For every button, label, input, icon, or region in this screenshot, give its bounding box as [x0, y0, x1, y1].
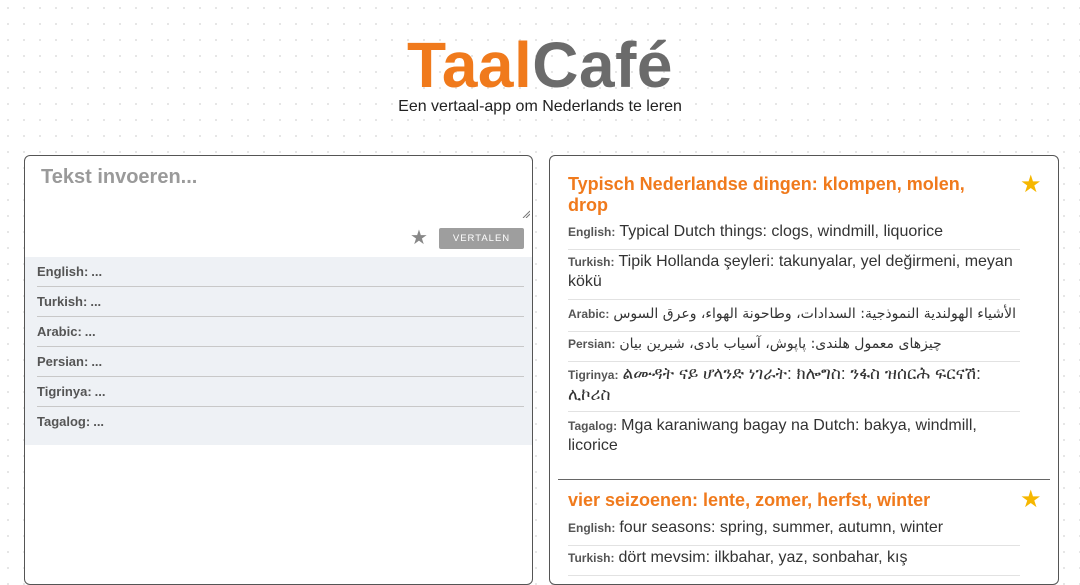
output-row-arabic: Arabic:... [37, 317, 524, 347]
lang-label: English: [37, 264, 89, 279]
lang-label: Tagalog: [37, 414, 91, 429]
translation-text: Tipik Hollanda şeyleri: takunyalar, yel … [568, 253, 1013, 290]
translation-text: Mga karaniwang bagay na Dutch: bakya, wi… [568, 417, 977, 454]
translation-text: Typical Dutch things: clogs, windmill, l… [619, 223, 944, 240]
entry-divider [558, 479, 1050, 480]
lang-label: Turkish: [568, 255, 615, 269]
lang-label: Tigrinya: [568, 368, 619, 382]
star-icon[interactable]: ★ [1020, 488, 1042, 512]
lang-label: Arabic: [37, 324, 82, 339]
lang-label: Tagalog: [568, 419, 618, 433]
translation-text: الأشياء الهولندية النموذجية: السدادات، و… [613, 306, 1016, 322]
translation-row: English: Typical Dutch things: clogs, win… [568, 222, 1020, 250]
lang-value: ... [91, 264, 103, 279]
output-row-english: English:... [37, 257, 524, 287]
translation-row: Persian: چیزهای معمول هلندی: پاپوش، آسیاب… [568, 334, 1020, 362]
logo: TaalCafé [0, 28, 1080, 102]
lang-label: Turkish: [37, 294, 88, 309]
translate-button[interactable]: VERTALEN [439, 228, 524, 249]
translation-row: Arabic: الأشياء الهولندية النموذجية: السد… [568, 304, 1020, 332]
lang-label: Turkish: [568, 551, 615, 565]
lang-label: English: [568, 521, 616, 535]
translation-text: ልሙዳት ናይ ሆላንድ ነገራት: ክሎግስ: ንፋስ ዝሰርሕ ፍርናሽ: … [568, 364, 981, 404]
lang-label: Persian: [37, 354, 89, 369]
output-row-tigrinya: Tigrinya:... [37, 377, 524, 407]
text-input[interactable] [25, 156, 532, 218]
lang-label: Persian: [568, 337, 616, 351]
lang-value: ... [84, 324, 96, 339]
input-panel: ★ VERTALEN English:... Turkish:... Arabi… [24, 155, 533, 585]
translation-row: Turkish: Tipik Hollanda şeyleri: takunyal… [568, 252, 1020, 300]
output-row-persian: Persian:... [37, 347, 524, 377]
lang-value: ... [90, 294, 102, 309]
translation-row: Tigrinya: ልሙዳት ናይ ሆላንድ ነገራት: ክሎግስ: ንፋስ ዝሰ… [568, 364, 1020, 412]
translation-text: dört mevsim: ilkbahar, yaz, sonbahar, kı… [618, 549, 908, 566]
lang-label: Tigrinya: [37, 384, 92, 399]
translation-output: English:... Turkish:... Arabic:... Persi… [25, 257, 532, 445]
entry-title: vier seizoenen: lente, zomer, herfst, wi… [568, 490, 931, 510]
output-row-tagalog: Tagalog:... [37, 407, 524, 437]
logo-taal: Taal [406, 29, 533, 101]
entry-title: Typisch Nederlandse dingen: klompen, mol… [568, 174, 965, 215]
app-header: TaalCafé Een vertaal-app om Nederlands t… [0, 0, 1080, 150]
output-row-turkish: Turkish:... [37, 287, 524, 317]
translation-row: Tagalog: Mga karaniwang bagay na Dutch: b… [568, 416, 1020, 464]
lang-value: ... [91, 354, 103, 369]
lang-value: ... [93, 414, 105, 429]
resize-handle-icon[interactable] [522, 210, 530, 218]
translation-text: four seasons: spring, summer, autumn, wi… [619, 519, 944, 536]
translation-text: چیزهای معمول هلندی: پاپوش، آسیاب بادی، ش… [619, 336, 942, 352]
lang-label: English: [568, 225, 616, 239]
star-icon[interactable]: ★ [409, 228, 429, 248]
logo-cafe: Café [532, 29, 674, 101]
lang-label: Arabic: [568, 307, 610, 321]
saved-panel: Typisch Nederlandse dingen: klompen, mol… [549, 155, 1059, 585]
translation-row: English: four seasons: spring, summer, au… [568, 518, 1020, 546]
star-icon[interactable]: ★ [1020, 173, 1042, 197]
translation-row: Turkish: dört mevsim: ilkbahar, yaz, sonb… [568, 548, 1020, 576]
lang-value: ... [94, 384, 106, 399]
tagline: Een vertaal-app om Nederlands te leren [398, 98, 682, 115]
